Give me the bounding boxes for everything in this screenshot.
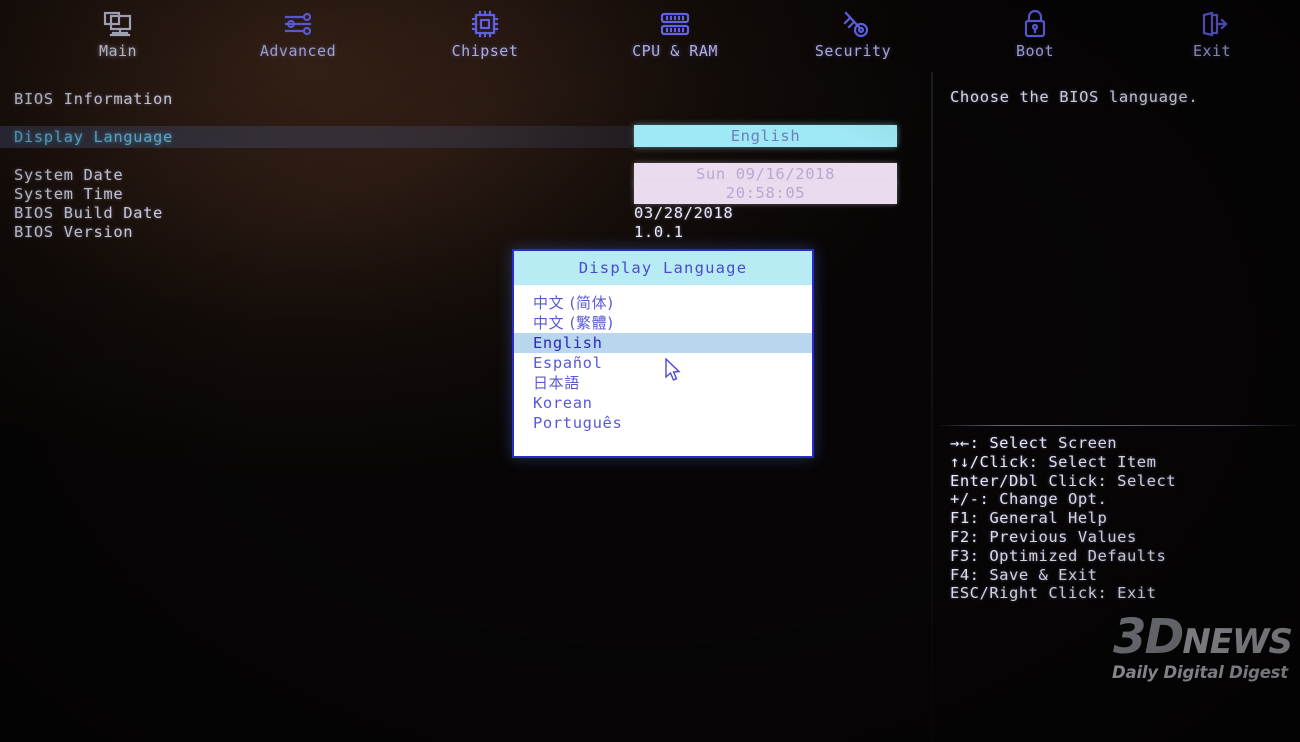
setting-row-display-language[interactable]: Display Language English (0, 125, 930, 148)
setting-label: System Time (14, 185, 124, 203)
legend-f2-prev-values: F2: Previous Values (950, 527, 1137, 546)
dialog-option-english[interactable]: English (514, 333, 812, 353)
dialog-option-espanol[interactable]: Español (514, 353, 812, 373)
section-title-row: BIOS Information (0, 90, 930, 109)
nav-tab-label: Boot (1015, 42, 1055, 60)
setting-label: BIOS Build Date (14, 204, 163, 222)
nav-tab-exit[interactable]: Exit (1142, 6, 1282, 60)
memory-icon (605, 6, 745, 40)
nav-tab-label: Chipset (451, 42, 519, 60)
nav-tab-cpu-ram[interactable]: CPU & RAM (605, 6, 745, 60)
bios-build-date-value: 03/28/2018 (634, 204, 734, 222)
system-time-value[interactable]: 20:58:05 (634, 182, 897, 204)
sliders-icon (228, 6, 368, 40)
setting-label: BIOS Version (14, 223, 134, 241)
section-title: BIOS Information (14, 90, 173, 108)
legend-select-item: ↑↓/Click: Select Item (950, 452, 1157, 471)
exit-icon (1142, 6, 1282, 40)
nav-tab-chipset[interactable]: Chipset (415, 6, 555, 60)
legend-change-opt: +/-: Change Opt. (950, 490, 1108, 509)
legend-f1-general-help: F1: General Help (950, 509, 1108, 528)
help-separator (939, 425, 1297, 426)
dialog-option-korean[interactable]: Korean (514, 393, 812, 413)
monitor-icon (48, 6, 188, 40)
setting-row-bios-version: BIOS Version 1.0.1 (0, 223, 930, 242)
chip-icon (415, 6, 555, 40)
nav-tab-security[interactable]: Security (783, 6, 923, 60)
legend-enter-select: Enter/Dbl Click: Select (950, 471, 1177, 490)
setting-label: System Date (14, 166, 124, 184)
bios-top-navigation: Main Advanced Chipset CPU & RAM Security… (0, 0, 1300, 72)
keyboard-legend: →←: Select Screen ↑↓/Click: Select Item … (950, 434, 1298, 603)
lock-icon (965, 6, 1105, 40)
dialog-option-chinese-simplified[interactable]: 中文 (简体) (514, 293, 812, 313)
nav-tab-advanced[interactable]: Advanced (228, 6, 368, 60)
nav-tab-label: Security (814, 42, 892, 60)
nav-tab-label: Advanced (259, 42, 337, 60)
nav-tab-label: Main (98, 42, 138, 60)
nav-tab-label: Exit (1192, 42, 1232, 60)
nav-tab-main[interactable]: Main (48, 6, 188, 60)
setting-label: Display Language (14, 128, 173, 146)
dialog-option-japanese[interactable]: 日本語 (514, 373, 812, 393)
legend-f4-save-exit: F4: Save & Exit (950, 565, 1098, 584)
bios-help-pane: Choose the BIOS language. →←: Select Scr… (933, 72, 1300, 742)
setting-row-system-time[interactable]: System Time 20:58:05 (0, 182, 930, 204)
legend-esc-exit: ESC/Right Click: Exit (950, 584, 1157, 603)
setting-row-bios-build-date: BIOS Build Date 03/28/2018 (0, 204, 930, 223)
dialog-option-chinese-traditional[interactable]: 中文 (繁體) (514, 313, 812, 333)
legend-f3-defaults: F3: Optimized Defaults (950, 546, 1167, 565)
bios-setup-screen: Main Advanced Chipset CPU & RAM Security… (0, 0, 1300, 742)
nav-tab-boot[interactable]: Boot (965, 6, 1105, 60)
help-description: Choose the BIOS language. (950, 88, 1199, 106)
legend-select-screen: →←: Select Screen (950, 434, 1118, 452)
key-icon (783, 6, 923, 40)
dialog-option-list: 中文 (简体) 中文 (繁體) English Español 日本語 Kore… (514, 285, 812, 433)
display-language-value[interactable]: English (634, 125, 897, 147)
nav-tab-label: CPU & RAM (632, 42, 718, 60)
bios-version-value: 1.0.1 (634, 223, 684, 241)
dialog-title: Display Language (514, 251, 812, 285)
dialog-option-portugues[interactable]: Português (514, 413, 812, 433)
display-language-dialog: Display Language 中文 (简体) 中文 (繁體) English… (512, 249, 814, 458)
